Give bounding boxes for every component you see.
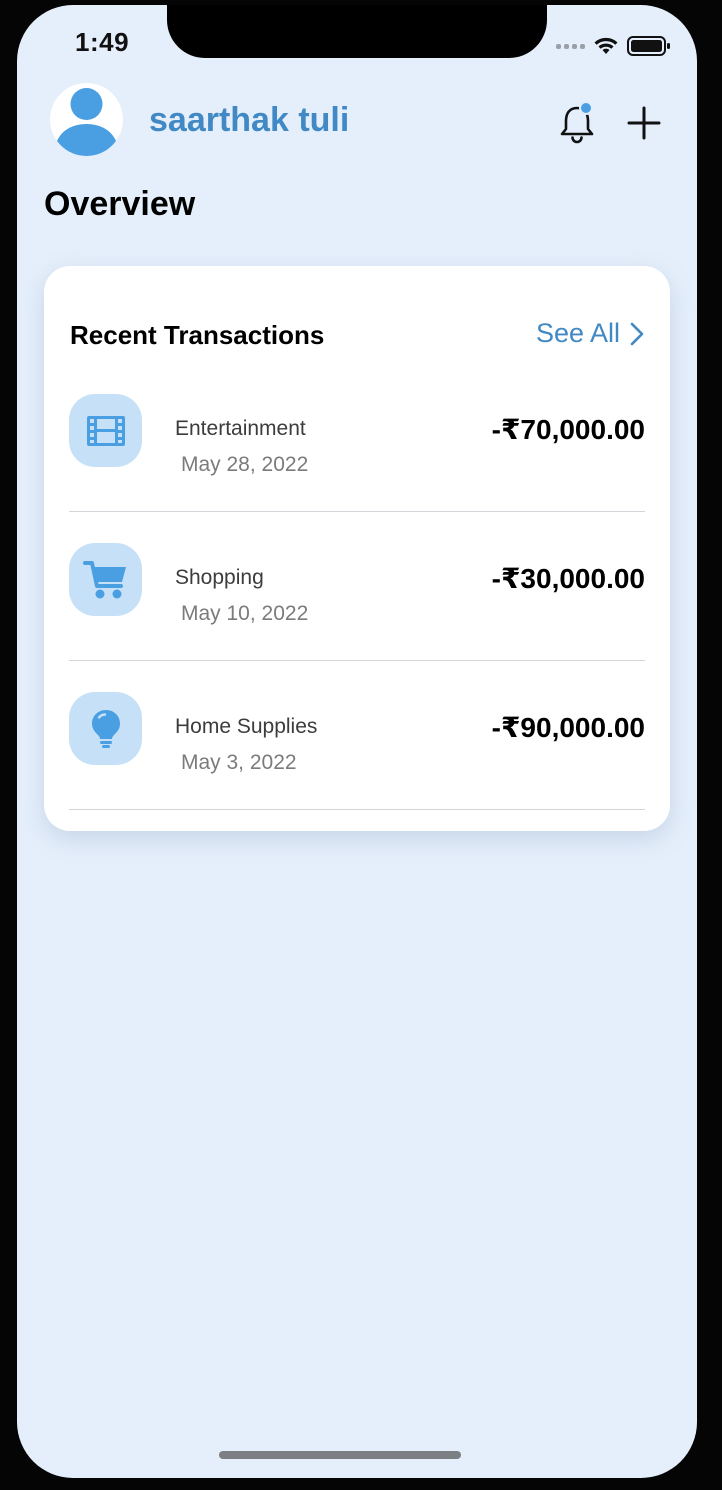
bell-icon xyxy=(560,101,594,144)
app-screen: 1:49 saarthak tuli Overview Recent Trans… xyxy=(17,5,697,1478)
row-divider xyxy=(69,511,645,512)
profile-header: saarthak tuli xyxy=(50,83,670,163)
card-title: Recent Transactions xyxy=(70,320,325,350)
category-icon-tile xyxy=(69,543,142,616)
category-icon-tile xyxy=(69,692,142,765)
cellular-signal-icon xyxy=(556,43,585,49)
transaction-date: May 28, 2022 xyxy=(181,453,309,476)
transaction-category: Entertainment xyxy=(175,417,306,440)
battery-icon xyxy=(627,36,670,56)
film-icon xyxy=(86,415,125,446)
chevron-right-icon xyxy=(630,322,644,345)
transaction-category: Shopping xyxy=(175,566,264,589)
transaction-row[interactable]: Entertainment May 28, 2022 -₹70,000.00 xyxy=(69,364,645,512)
user-name: saarthak tuli xyxy=(149,101,350,139)
wifi-icon xyxy=(594,37,618,54)
page-title: Overview xyxy=(44,185,196,223)
add-transaction-button[interactable] xyxy=(626,105,662,141)
status-icons xyxy=(556,35,671,57)
transaction-date: May 3, 2022 xyxy=(181,751,297,774)
device-notch xyxy=(167,5,547,58)
transaction-row[interactable]: Shopping May 10, 2022 -₹30,000.00 xyxy=(69,513,645,661)
lightbulb-icon xyxy=(91,709,120,748)
transaction-category: Home Supplies xyxy=(175,715,318,738)
notifications-button[interactable] xyxy=(558,101,598,145)
row-divider xyxy=(69,660,645,661)
transaction-date: May 10, 2022 xyxy=(181,602,309,625)
device-frame: 1:49 saarthak tuli Overview Recent Trans… xyxy=(0,0,722,1490)
recent-transactions-card: Recent Transactions See All Entertainmen… xyxy=(44,266,670,831)
see-all-label: See All xyxy=(535,318,620,348)
plus-icon xyxy=(627,106,661,140)
home-indicator[interactable] xyxy=(219,1451,461,1459)
avatar[interactable] xyxy=(50,83,123,156)
person-icon xyxy=(54,88,119,156)
transaction-amount: -₹30,000.00 xyxy=(491,563,645,594)
transaction-amount: -₹90,000.00 xyxy=(491,712,645,743)
status-time: 1:49 xyxy=(75,27,130,57)
transaction-amount: -₹70,000.00 xyxy=(491,414,645,445)
cart-icon xyxy=(82,560,126,598)
transaction-row[interactable]: Home Supplies May 3, 2022 -₹90,000.00 xyxy=(69,662,645,810)
row-divider xyxy=(69,809,645,810)
see-all-button[interactable]: See All xyxy=(536,318,644,349)
category-icon-tile xyxy=(69,394,142,467)
